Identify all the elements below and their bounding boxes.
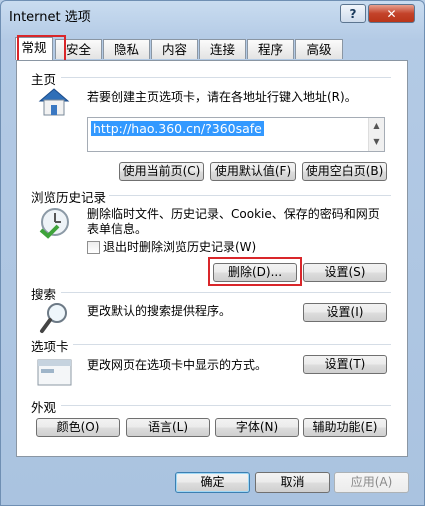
languages-button[interactable]: 语言(L): [126, 418, 210, 437]
help-button[interactable]: ?: [340, 4, 366, 23]
divider: [61, 405, 391, 406]
fonts-button[interactable]: 字体(N): [215, 418, 299, 437]
history-description: 删除临时文件、历史记录、Cookie、保存的密码和网页表单信息。: [87, 207, 380, 236]
url-scrollbar[interactable]: ▲ ▼: [368, 118, 384, 151]
magnifier-icon: [40, 303, 67, 333]
home-page-url-text[interactable]: http://hao.360.cn/?360safe: [91, 121, 264, 136]
delete-on-exit-checkbox[interactable]: [87, 241, 100, 254]
appearance-group-label: 外观: [31, 400, 57, 415]
delete-highlight-box: [208, 257, 302, 286]
home-description: 若要创建主页选项卡，请在各地址行键入地址(R)。: [87, 90, 357, 104]
colors-button[interactable]: 颜色(O): [36, 418, 120, 437]
window-title: Internet 选项: [9, 10, 91, 25]
tabs-group-label: 选项卡: [31, 339, 69, 354]
tab-connections[interactable]: 连接: [199, 39, 246, 59]
tabs-description: 更改网页在选项卡中显示的方式。: [87, 358, 268, 372]
history-clock-icon: [39, 208, 69, 239]
accessibility-button[interactable]: 辅助功能(E): [303, 418, 387, 437]
cancel-button[interactable]: 取消: [255, 472, 330, 493]
divider: [61, 77, 391, 78]
scroll-up-icon[interactable]: ▲: [369, 118, 384, 134]
use-current-button[interactable]: 使用当前页(C): [119, 162, 204, 181]
use-default-button[interactable]: 使用默认值(F): [210, 162, 296, 181]
search-description: 更改默认的搜索提供程序。: [87, 304, 232, 318]
home-group-label: 主页: [31, 72, 57, 87]
tab-advanced[interactable]: 高级: [295, 39, 343, 59]
history-group-label: 浏览历史记录: [31, 190, 107, 205]
tabs-settings-button[interactable]: 设置(T): [303, 355, 387, 374]
home-page-url-input[interactable]: http://hao.360.cn/?360safe ▲ ▼: [87, 117, 385, 152]
divider: [109, 195, 391, 196]
title-bar[interactable]: Internet 选项 ? ✕: [1, 1, 424, 29]
home-icon: [38, 88, 70, 116]
tab-programs[interactable]: 程序: [247, 39, 294, 59]
tab-content[interactable]: 内容: [151, 39, 198, 59]
ok-button[interactable]: 确定: [175, 472, 250, 493]
delete-on-exit-label[interactable]: 退出时删除浏览历史记录(W): [103, 240, 256, 255]
search-settings-button[interactable]: 设置(I): [303, 303, 387, 322]
divider: [73, 344, 391, 345]
scroll-down-icon[interactable]: ▼: [369, 134, 384, 150]
apply-button[interactable]: 应用(A): [334, 472, 409, 493]
tab-highlight-box: [17, 35, 66, 63]
tab-privacy[interactable]: 隐私: [103, 39, 150, 59]
use-blank-button[interactable]: 使用空白页(B): [302, 162, 387, 181]
tabs-window-icon: [37, 359, 72, 386]
divider: [61, 292, 391, 293]
history-settings-button[interactable]: 设置(S): [303, 263, 387, 282]
internet-options-window: Internet 选项 ? ✕ 常规 安全 隐私 内容 连接 程序 高级 主页 …: [0, 0, 425, 506]
close-button[interactable]: ✕: [368, 4, 415, 23]
